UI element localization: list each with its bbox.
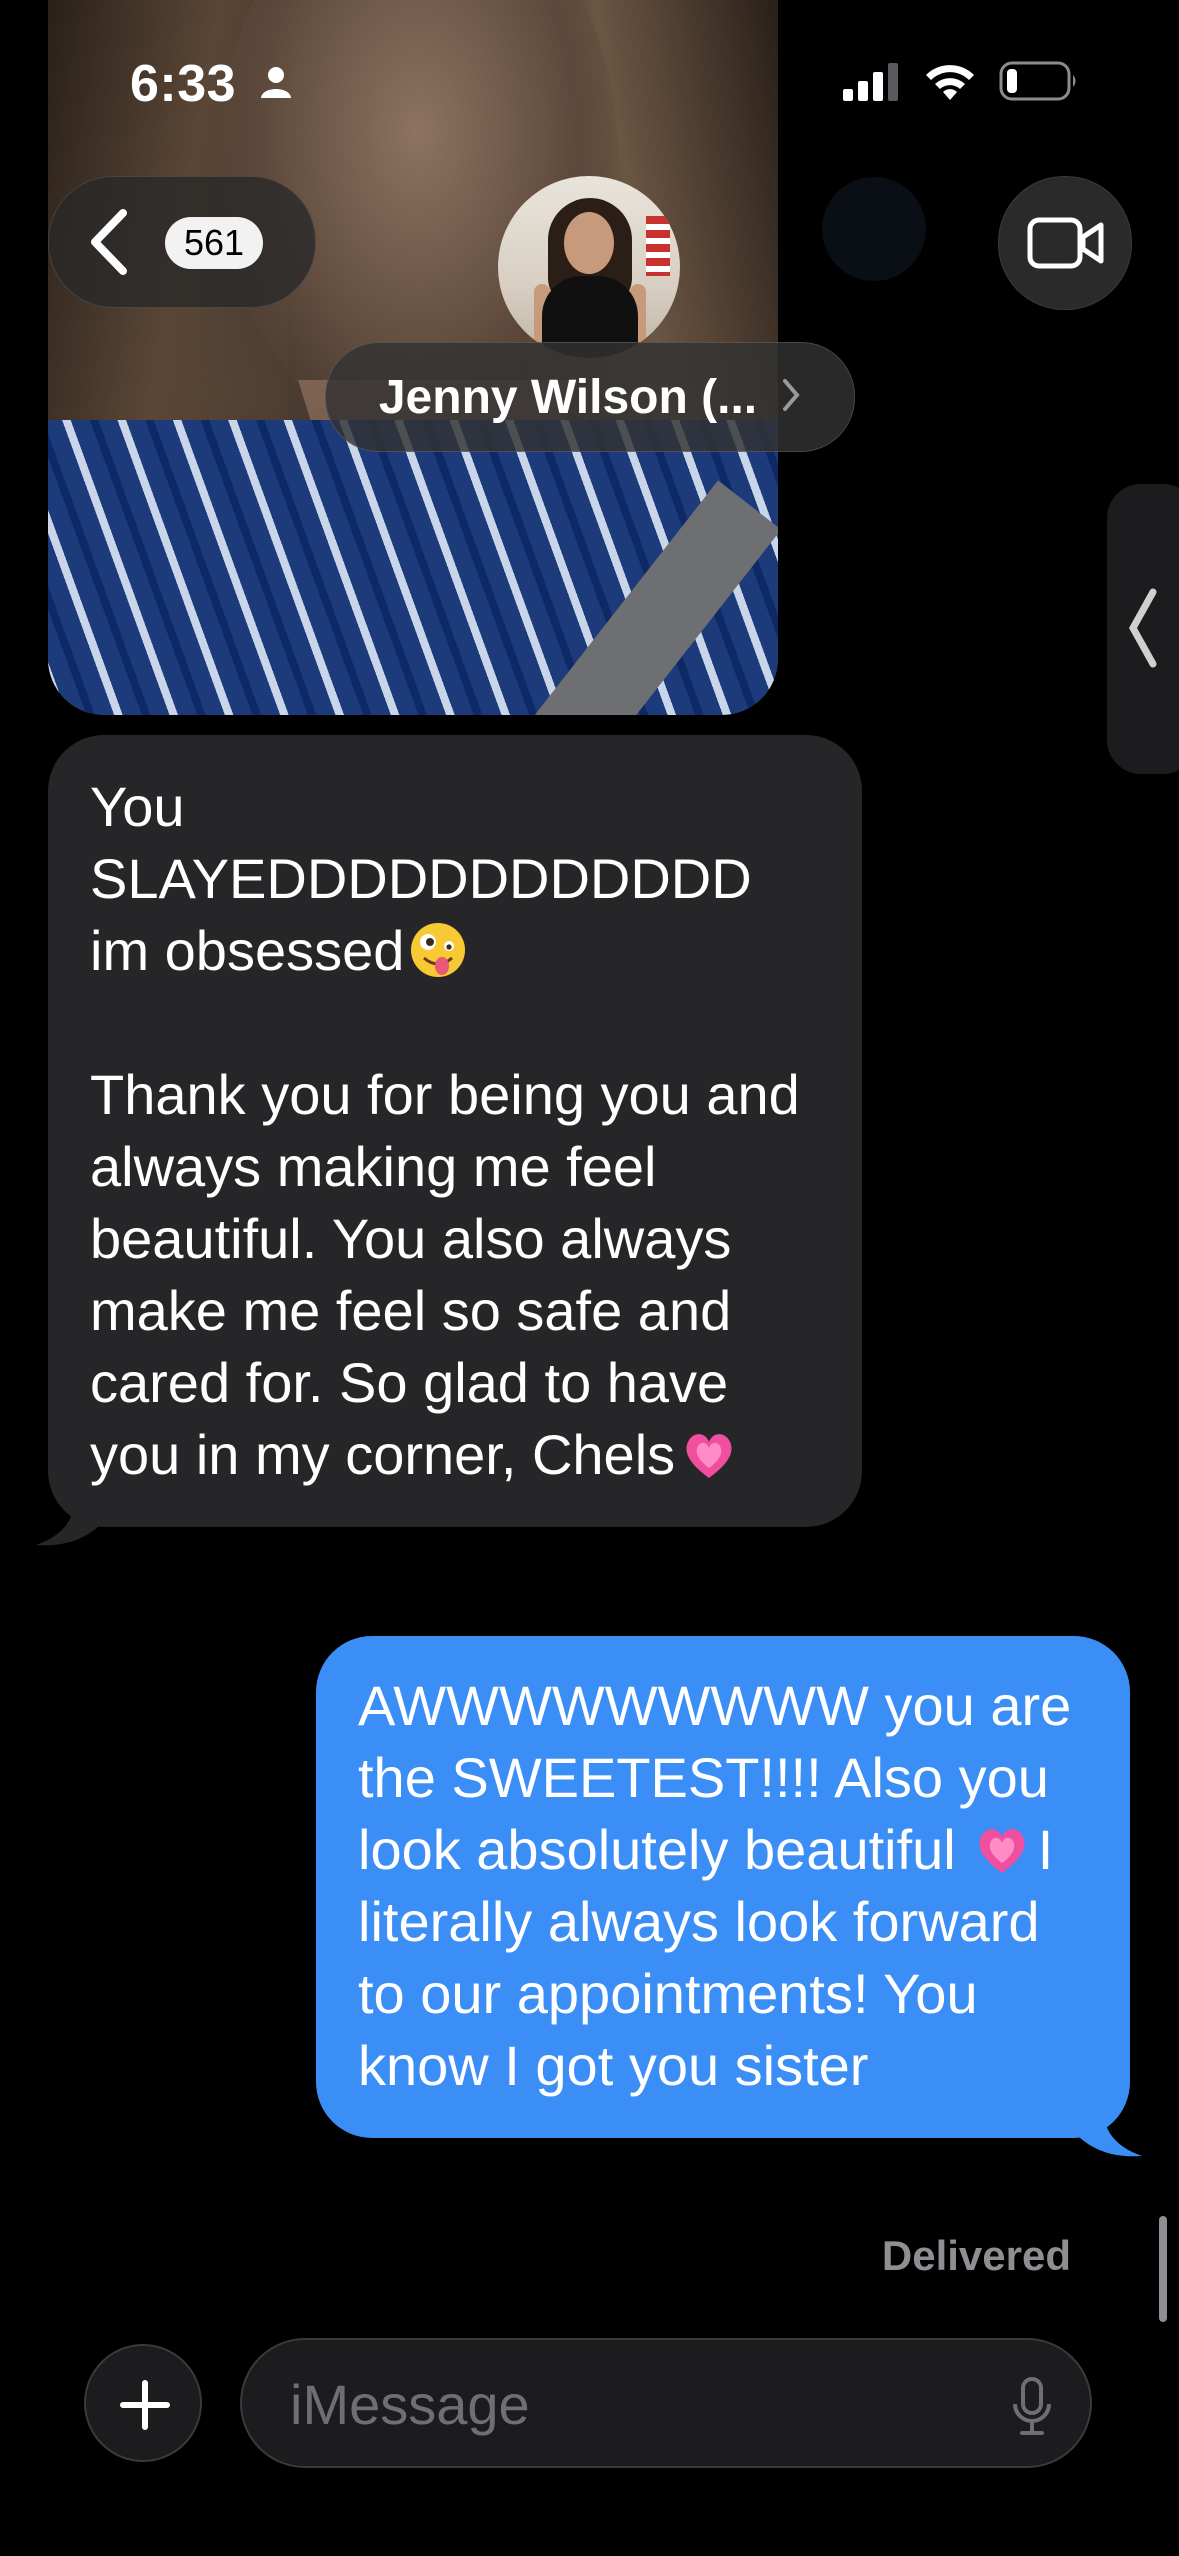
growing-heart-emoji xyxy=(972,1819,1032,1879)
chevron-right-icon xyxy=(781,377,801,418)
message-input[interactable] xyxy=(288,2366,972,2442)
zany-face-emoji xyxy=(408,920,468,980)
growing-heart-emoji xyxy=(679,1424,739,1484)
video-call-icon xyxy=(1027,217,1104,269)
avatar-flag xyxy=(646,216,670,276)
sent-message-text: AWWWWWWWWW you are the SWEETEST!!!! Also… xyxy=(358,1674,1087,2097)
share-ghost-button xyxy=(822,177,926,281)
back-button[interactable]: 561 xyxy=(48,176,316,308)
received-message-text: You SLAYEDDDDDDDDDDDD im obsessed Thank … xyxy=(90,775,816,1486)
signal-icon xyxy=(843,61,901,106)
microphone-icon[interactable] xyxy=(1010,2376,1054,2441)
person-icon xyxy=(258,64,294,105)
contact-avatar[interactable] xyxy=(498,176,680,358)
apps-plus-button[interactable] xyxy=(84,2344,202,2462)
bubble-tail-right xyxy=(1072,2100,1142,2157)
sent-message-bubble[interactable]: AWWWWWWWWW you are the SWEETEST!!!! Also… xyxy=(316,1636,1142,2157)
received-message-bubble[interactable]: You SLAYEDDDDDDDDDDDD im obsessed Thank … xyxy=(36,735,862,1546)
bubble-tail-left xyxy=(36,1489,106,1546)
scrollbar[interactable] xyxy=(1159,2216,1167,2322)
delivery-status: Delivered xyxy=(881,2232,1071,2279)
back-chevron-icon xyxy=(87,207,131,282)
unread-badge: 561 xyxy=(165,217,263,269)
message-input-field[interactable] xyxy=(240,2338,1092,2468)
battery-icon xyxy=(999,61,1079,106)
contact-name-button[interactable]: Jenny Wilson (... xyxy=(325,342,855,452)
status-time: 6:33 xyxy=(130,55,237,113)
plus-icon xyxy=(120,2380,170,2430)
video-call-button[interactable] xyxy=(998,176,1132,310)
wifi-icon xyxy=(923,60,977,107)
side-panel-handle[interactable] xyxy=(1107,484,1179,774)
status-icons xyxy=(843,60,1079,107)
avatar-face xyxy=(564,212,614,274)
contact-name: Jenny Wilson (... xyxy=(378,370,758,424)
chevron-left-icon xyxy=(1128,588,1157,668)
